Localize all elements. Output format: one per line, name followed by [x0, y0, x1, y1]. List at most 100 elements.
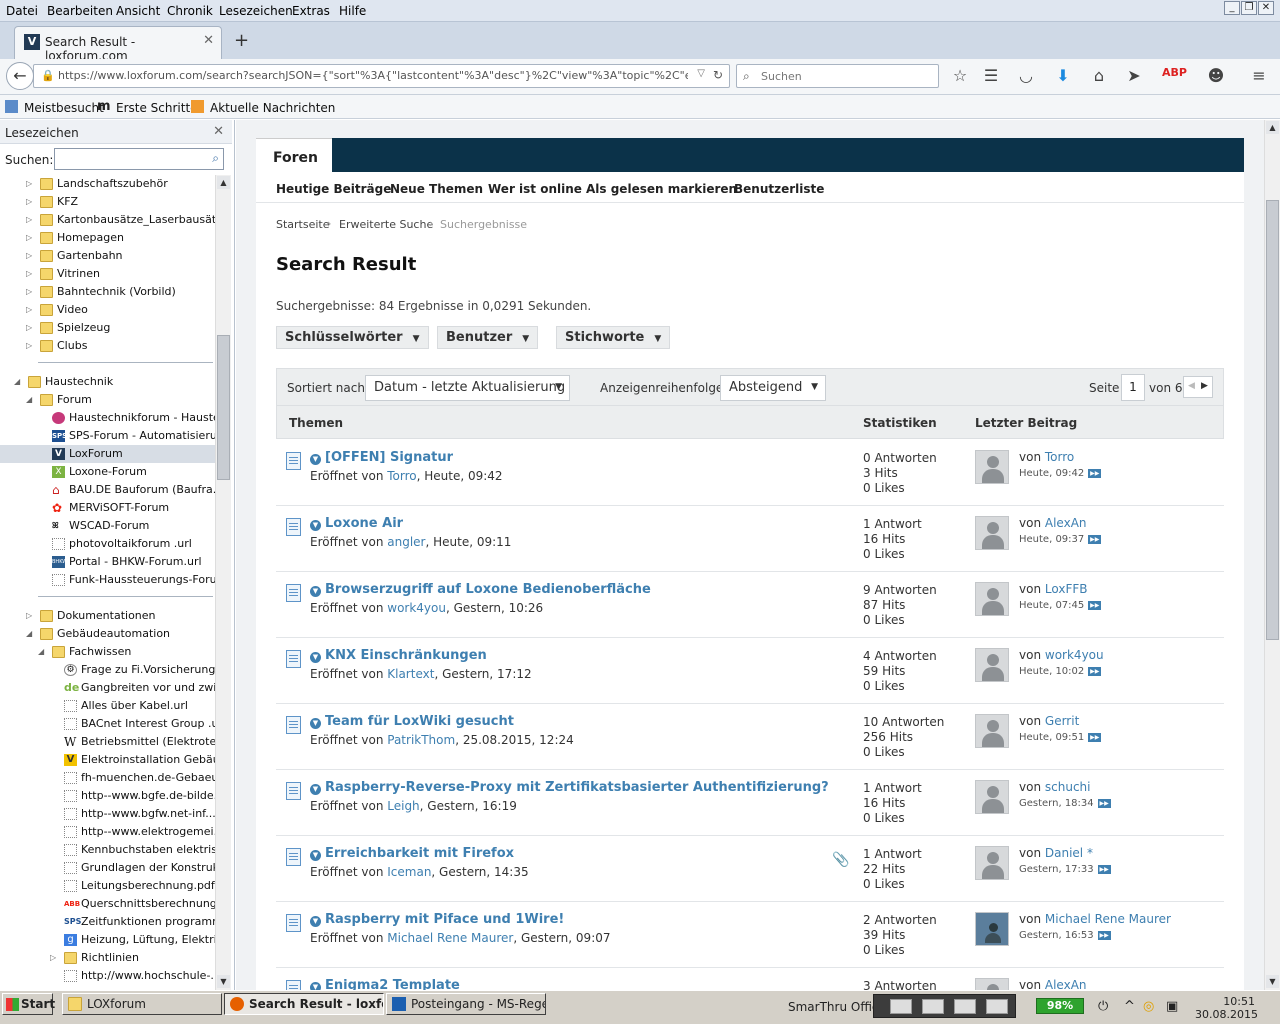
bookmark-erste-schritte[interactable]: Erste Schritte: [116, 101, 198, 115]
tree-item[interactable]: ⚙ Frage zu Fi.Vorsicherung...: [0, 661, 215, 679]
hello-icon[interactable]: ☻: [1206, 66, 1226, 85]
tree-item[interactable]: ▷ Gartenbahn: [0, 247, 215, 265]
go-to-last-post-icon[interactable]: ▶▶: [1097, 864, 1111, 874]
smarthru-scan-icon[interactable]: [922, 999, 944, 1014]
tab-foren[interactable]: Foren: [256, 138, 332, 174]
task-outlook[interactable]: Posteingang - MS-Regelu...: [386, 993, 546, 1015]
go-to-last-post-icon[interactable]: ▶▶: [1088, 534, 1102, 544]
scroll-thumb[interactable]: [217, 335, 230, 480]
subnav-benutzerliste[interactable]: Benutzerliste: [734, 182, 824, 196]
close-tab-icon[interactable]: ✕: [203, 33, 214, 48]
scroll-thumb[interactable]: [1266, 200, 1279, 640]
expand-icon[interactable]: ▷: [26, 607, 36, 625]
tree-item[interactable]: Alles über Kabel.url: [0, 697, 215, 715]
network-icon[interactable]: ▣: [1166, 999, 1178, 1014]
task-firefox[interactable]: Search Result - loxfor...: [224, 993, 384, 1015]
expand-icon[interactable]: ▷: [26, 247, 36, 265]
tray-expand-icon[interactable]: ^: [1124, 999, 1135, 1014]
tree-item[interactable]: http--www.elektrogemei...: [0, 823, 215, 841]
tree-item[interactable]: Kennbuchstaben elektris...: [0, 841, 215, 859]
tree-item[interactable]: SPS SPS-Forum - Automatisieru...: [0, 427, 215, 445]
scroll-up-icon[interactable]: ▲: [217, 176, 230, 189]
subnav-neue-themen[interactable]: Neue Themen: [390, 182, 483, 196]
tree-item[interactable]: ▷ Kartonbausätze_Laserbausätze: [0, 211, 215, 229]
collapse-icon[interactable]: ◢: [14, 373, 24, 391]
topic-author-link[interactable]: work4you: [387, 601, 446, 615]
avatar[interactable]: [975, 714, 1009, 748]
go-to-first-unread-icon[interactable]: ▼: [310, 718, 321, 729]
tree-item[interactable]: ◢ Gebäudeautomation: [0, 625, 215, 643]
page-scrollbar[interactable]: ▲ ▼: [1264, 120, 1280, 990]
battery-indicator[interactable]: 98%: [1036, 998, 1084, 1014]
last-post-user-link[interactable]: Michael Rene Maurer: [1045, 912, 1171, 926]
bookmark-aktuelle-nachrichten[interactable]: Aktuelle Nachrichten: [210, 101, 335, 115]
tab-search-result[interactable]: V Search Result - loxforum.com ✕: [14, 26, 222, 63]
close-window-button[interactable]: ✕: [1258, 1, 1274, 15]
last-post-user-link[interactable]: AlexAn: [1045, 516, 1087, 530]
tree-item[interactable]: SPSZeitfunktionen programm...: [0, 913, 215, 931]
tree-item[interactable]: photovoltaikforum .url: [0, 535, 215, 553]
tree-item[interactable]: http://www.hochschule-...: [0, 967, 215, 985]
expand-icon[interactable]: ▷: [26, 337, 36, 355]
go-to-last-post-icon[interactable]: ▶▶: [1088, 468, 1102, 478]
expand-icon[interactable]: ▷: [26, 211, 36, 229]
go-to-last-post-icon[interactable]: ▶▶: [1088, 732, 1102, 742]
go-to-first-unread-icon[interactable]: ▼: [310, 652, 321, 663]
tree-item[interactable]: ▷ Dokumentationen: [0, 607, 215, 625]
tree-item[interactable]: X Loxone-Forum: [0, 463, 215, 481]
last-post-user-link[interactable]: Daniel *: [1045, 846, 1093, 860]
go-to-first-unread-icon[interactable]: ▼: [310, 850, 321, 861]
menu-ansicht[interactable]: Ansicht: [116, 4, 160, 18]
menu-hilfe[interactable]: Hilfe: [339, 4, 366, 18]
avast-icon[interactable]: ◎: [1143, 999, 1154, 1014]
expand-icon[interactable]: ▷: [50, 949, 60, 967]
collapse-icon[interactable]: ◢: [26, 625, 36, 643]
last-post-user-link[interactable]: LoxFFB: [1045, 582, 1088, 596]
go-to-first-unread-icon[interactable]: ▼: [310, 454, 321, 465]
expand-icon[interactable]: ▷: [26, 319, 36, 337]
bookmark-meistbesucht[interactable]: Meistbesucht: [24, 101, 104, 115]
tree-item[interactable]: Leitungsberechnung.pdf ...: [0, 877, 215, 895]
collapse-icon[interactable]: ◢: [38, 643, 48, 661]
go-to-last-post-icon[interactable]: ▶▶: [1088, 600, 1102, 610]
bookmark-star-icon[interactable]: ☆: [950, 66, 970, 85]
topic-title-link[interactable]: Raspberry-Reverse-Proxy mit Zertifikatsb…: [325, 780, 829, 795]
reading-list-icon[interactable]: ☰: [981, 66, 1001, 85]
go-to-first-unread-icon[interactable]: ▼: [310, 520, 321, 531]
hamburger-menu-icon[interactable]: ≡: [1249, 66, 1269, 85]
tree-item[interactable]: ▷ Bahntechnik (Vorbild): [0, 283, 215, 301]
topic-author-link[interactable]: PatrikThom: [387, 733, 455, 747]
topic-title-link[interactable]: KNX Einschränkungen: [325, 648, 487, 663]
tree-item[interactable]: ▷ Spielzeug: [0, 319, 215, 337]
topic-title-link[interactable]: Browserzugriff auf Loxone Bedienoberfläc…: [325, 582, 651, 597]
avatar[interactable]: [975, 648, 1009, 682]
tree-item[interactable]: ⌂ BAU.DE Bauforum (Baufra...: [0, 481, 215, 499]
tree-item[interactable]: ▷ Homepagen: [0, 229, 215, 247]
tree-item[interactable]: Funk-Haussteuerungs-Foru...: [0, 571, 215, 589]
tree-item[interactable]: ▷ Clubs: [0, 337, 215, 355]
sidebar-scrollbar[interactable]: ▲ ▼: [215, 175, 231, 990]
topic-author-link[interactable]: Michael Rene Maurer: [387, 931, 513, 945]
download-icon[interactable]: ⬇: [1053, 66, 1073, 85]
filter-benutzer-button[interactable]: Benutzer ▼: [437, 326, 539, 349]
send-icon[interactable]: ➤: [1124, 66, 1144, 85]
menu-chronik[interactable]: Chronik: [167, 4, 213, 18]
subnav-als-gelesen-markieren[interactable]: Als gelesen markieren: [586, 182, 737, 196]
menu-extras[interactable]: Extras: [292, 4, 330, 18]
menu-datei[interactable]: Datei: [6, 4, 38, 18]
filter-schluesselwoerter-button[interactable]: Schlüsselwörter ▼: [276, 326, 429, 349]
collapse-icon[interactable]: ◢: [26, 391, 36, 409]
tree-item[interactable]: g Heizung, Lüftung, Elektri...: [0, 931, 215, 949]
reload-icon[interactable]: ↻: [713, 68, 723, 82]
scroll-down-icon[interactable]: ▼: [217, 975, 230, 988]
tree-item[interactable]: ABBQuerschnittsberechnung ...: [0, 895, 215, 913]
smarthru-fax-icon[interactable]: [986, 999, 1008, 1014]
expand-icon[interactable]: ▷: [26, 301, 36, 319]
breadcrumb-startseite[interactable]: Startseite: [276, 218, 330, 231]
subnav-heutige-beitraege[interactable]: Heutige Beiträge: [276, 182, 391, 196]
tree-item[interactable]: V Elektroinstallation Gebäu...: [0, 751, 215, 769]
tree-item[interactable]: W Betriebsmittel (Elektrotec...: [0, 733, 215, 751]
tree-item[interactable]: BHKW Portal - BHKW-Forum.url: [0, 553, 215, 571]
go-to-first-unread-icon[interactable]: ▼: [310, 784, 321, 795]
avatar[interactable]: [975, 846, 1009, 880]
